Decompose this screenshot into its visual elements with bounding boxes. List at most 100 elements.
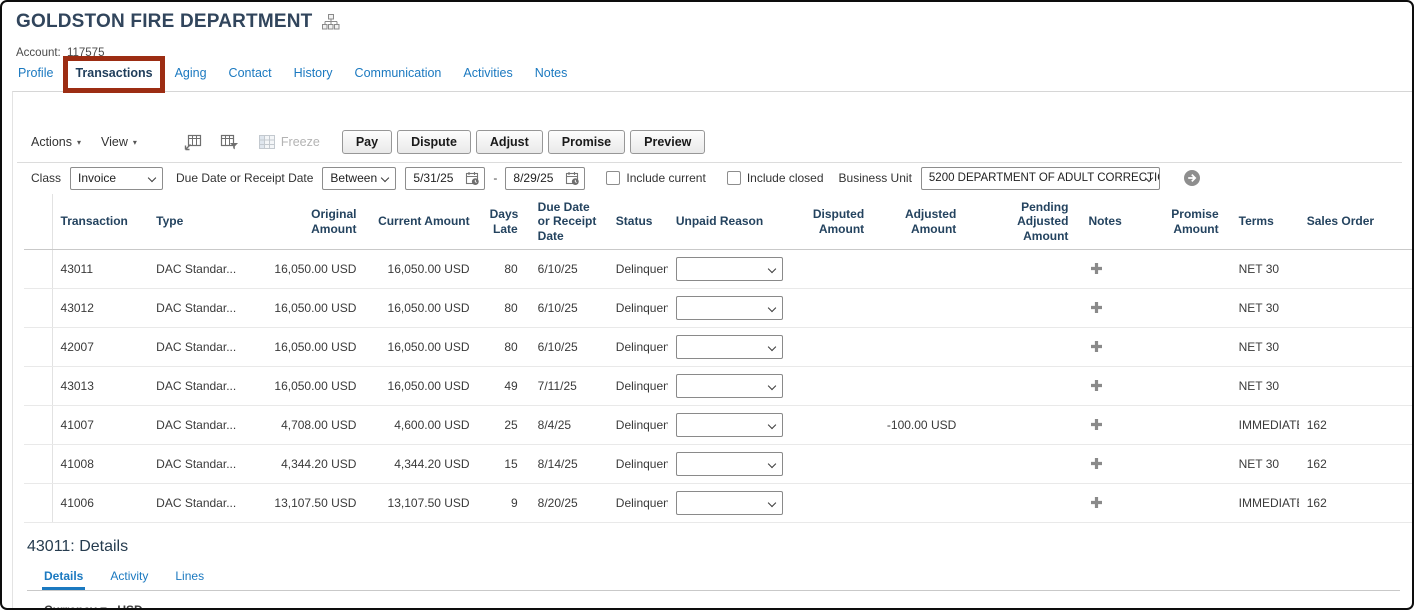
column-header-terms[interactable]: Terms [1231,194,1299,250]
query-by-example-filter-icon[interactable] [220,134,239,151]
actions-menu-button[interactable]: Actions ▾ [31,135,81,149]
view-menu-button[interactable]: View ▾ [101,135,137,149]
column-header-adjusted-amount[interactable]: Adjusted Amount [876,194,968,250]
tab-transactions[interactable]: Transactions [75,66,152,80]
terms-cell: NET 30 [1231,250,1299,289]
business-unit-select[interactable]: 5200 DEPARTMENT OF ADULT CORRECTION [921,167,1160,190]
unpaid-reason-select[interactable] [676,413,783,437]
column-header-current-amount[interactable]: Current Amount [368,194,481,250]
column-header-type[interactable]: Type [148,194,256,250]
dispute-button[interactable]: Dispute [397,130,471,154]
unpaid-reason-select[interactable] [676,491,783,515]
add-note-plus-icon[interactable] [1088,338,1105,355]
freeze-columns-icon [259,135,275,149]
unpaid-reason-cell [668,250,788,289]
add-note-plus-icon[interactable] [1088,377,1105,394]
column-header-status[interactable]: Status [608,194,668,250]
sales-order-cell: 162 [1299,406,1414,445]
original-amount-cell: 4,708.00 USD [256,406,368,445]
tab-notes[interactable]: Notes [535,66,568,80]
include-current-checkbox[interactable] [606,171,620,185]
promise-button[interactable]: Promise [548,130,625,154]
transaction-row-43012[interactable]: 43012DAC Standar...16,050.00 USD16,050.0… [24,289,1414,328]
add-note-plus-icon[interactable] [1088,416,1105,433]
tab-contact[interactable]: Contact [229,66,272,80]
column-header-sales-order[interactable]: Sales Order [1299,194,1414,250]
unpaid-reason-select[interactable] [676,452,783,476]
transaction-row-43011[interactable]: 43011DAC Standar...16,050.00 USD16,050.0… [24,250,1414,289]
export-table-icon[interactable] [183,134,202,151]
sales-order-cell: 162 [1299,484,1414,523]
class-select[interactable]: Invoice [70,167,163,190]
add-note-plus-icon[interactable] [1088,494,1105,511]
row-selector[interactable] [24,250,52,289]
date-to-field[interactable]: 8/29/25 [505,167,585,190]
row-selector[interactable] [24,289,52,328]
column-header-due-date-or-receipt-date[interactable]: Due Date or Receipt Date [530,194,608,250]
due-date-or-receipt-date-cell: 7/11/25 [530,367,608,406]
tab-aging[interactable]: Aging [175,66,207,80]
row-selector[interactable] [24,367,52,406]
details-tab-details[interactable]: Details [42,569,85,590]
page-header: GOLDSTON FIRE DEPARTMENT [2,2,1412,33]
details-tab-lines[interactable]: Lines [173,569,206,590]
add-note-plus-icon[interactable] [1088,260,1105,277]
date-operator-select[interactable]: Between [322,167,396,190]
details-tab-activity[interactable]: Activity [108,569,150,590]
include-closed-checkbox[interactable] [727,171,741,185]
pay-button[interactable]: Pay [342,130,392,154]
preview-button[interactable]: Preview [630,130,705,154]
days-late-cell: 9 [482,484,530,523]
org-hierarchy-icon[interactable] [322,14,340,30]
unpaid-reason-select[interactable] [676,335,783,359]
pending-adjusted-amount-cell [968,250,1080,289]
transaction-row-41008[interactable]: 41008DAC Standar...4,344.20 USD4,344.20 … [24,445,1414,484]
unpaid-reason-select[interactable] [676,374,783,398]
add-note-plus-icon[interactable] [1088,299,1105,316]
type-cell: DAC Standar... [148,484,256,523]
tab-history[interactable]: History [294,66,333,80]
transaction-row-41007[interactable]: 41007DAC Standar...4,708.00 USD4,600.00 … [24,406,1414,445]
row-selector[interactable] [24,484,52,523]
tab-communication[interactable]: Communication [355,66,442,80]
column-header-unpaid-reason[interactable]: Unpaid Reason [668,194,788,250]
column-header-notes[interactable]: Notes [1080,194,1130,250]
date-from-field[interactable]: 5/31/25 [405,167,485,190]
tab-activities[interactable]: Activities [463,66,512,80]
promise-amount-cell [1131,289,1231,328]
column-header-days-late[interactable]: Days Late [482,194,530,250]
days-late-cell: 80 [482,289,530,328]
transaction-row-41006[interactable]: 41006DAC Standar...13,107.50 USD13,107.5… [24,484,1414,523]
freeze-label: Freeze [281,135,320,149]
promise-amount-cell [1131,328,1231,367]
adjust-button[interactable]: Adjust [476,130,543,154]
account-line: Account: 117575 [16,47,1412,59]
go-arrow-icon[interactable] [1183,169,1201,187]
calendar-date-picker-icon[interactable] [465,171,480,186]
account-number: 117575 [67,47,105,59]
transaction-row-43013[interactable]: 43013DAC Standar...16,050.00 USD16,050.0… [24,367,1414,406]
status-cell: Delinquent [608,289,668,328]
transaction-row-42007[interactable]: 42007DAC Standar...16,050.00 USD16,050.0… [24,328,1414,367]
tab-profile[interactable]: Profile [18,66,53,80]
column-header-pending-adjusted-amount[interactable]: Pending Adjusted Amount [968,194,1080,250]
add-note-plus-icon[interactable] [1088,455,1105,472]
currency-line: Currency = USD [44,603,1400,610]
column-header-original-amount[interactable]: Original Amount [256,194,368,250]
disputed-amount-cell [788,445,876,484]
due-date-or-receipt-date-cell: 6/10/25 [530,289,608,328]
row-selector[interactable] [24,406,52,445]
unpaid-reason-select[interactable] [676,296,783,320]
chevron-down-icon [768,382,776,390]
unpaid-reason-cell [668,484,788,523]
column-header-disputed-amount[interactable]: Disputed Amount [788,194,876,250]
pending-adjusted-amount-cell [968,445,1080,484]
column-header-promise-amount[interactable]: Promise Amount [1131,194,1231,250]
actions-menu-label: Actions [31,135,72,149]
row-selector[interactable] [24,328,52,367]
sales-order-cell [1299,328,1414,367]
column-header-transaction[interactable]: Transaction [52,194,148,250]
calendar-date-picker-icon[interactable] [565,171,580,186]
unpaid-reason-select[interactable] [676,257,783,281]
row-selector[interactable] [24,445,52,484]
